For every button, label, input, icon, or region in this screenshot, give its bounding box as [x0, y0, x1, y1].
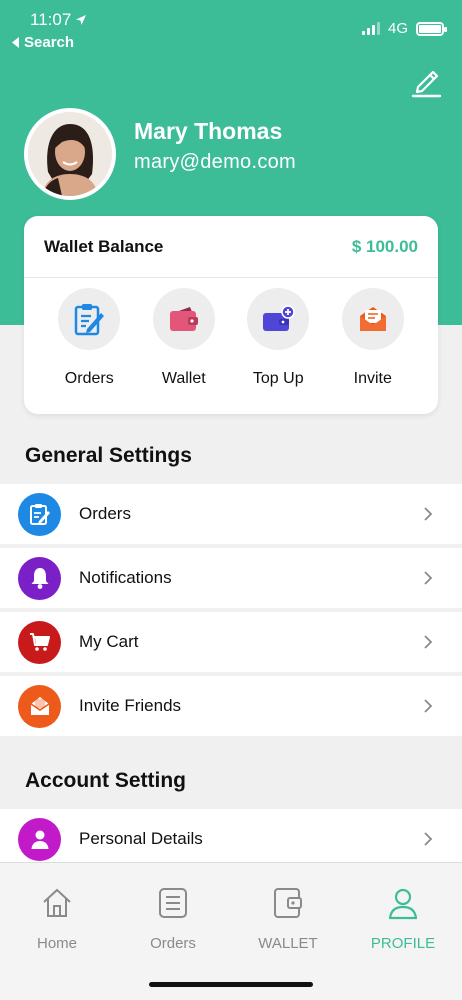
general-settings-title: General Settings: [25, 444, 192, 467]
tab-profile-label: PROFILE: [370, 935, 436, 952]
battery-icon: [416, 21, 447, 36]
cart-row-label: My Cart: [79, 632, 139, 651]
quick-action-wallet[interactable]: Wallet: [139, 288, 229, 388]
wallet-icon: [169, 307, 198, 331]
tab-wallet[interactable]: WALLET: [233, 885, 343, 952]
quick-action-orders[interactable]: Orders: [44, 288, 134, 388]
tab-profile[interactable]: PROFILE: [348, 885, 458, 952]
chevron-right-icon: [408, 686, 448, 726]
personal-details-row-label: Personal Details: [79, 829, 203, 848]
invite-row-icon: [18, 684, 61, 728]
clipboard-icon: [75, 304, 105, 336]
wallet-card: Wallet Balance $ 100.00 Orders Wallet To…: [24, 216, 438, 414]
settings-row-personal-details[interactable]: Personal Details: [0, 809, 462, 869]
quick-action-invite-circle: [341, 288, 404, 350]
quick-action-invite-label: Invite: [353, 370, 392, 387]
status-time-text: 11:07: [30, 10, 72, 29]
back-to-search[interactable]: Search: [12, 34, 74, 51]
home-indicator: [149, 982, 313, 987]
user-photo: [28, 112, 112, 196]
settings-row-invite-friends[interactable]: Invite Friends: [0, 676, 462, 736]
quick-action-topup[interactable]: Top Up: [233, 288, 323, 388]
settings-row-orders[interactable]: Orders: [0, 484, 462, 544]
wallet-balance-label: Wallet Balance: [44, 236, 164, 256]
bell-icon: [31, 568, 48, 589]
cart-row-icon: [18, 620, 61, 664]
quick-action-topup-circle: [247, 288, 310, 350]
cart-icon: [29, 633, 50, 651]
bottom-tab-bar: Home Orders WALLET PROFILE: [0, 862, 462, 1000]
orders-row-label: Orders: [79, 504, 131, 523]
back-triangle-icon: [12, 37, 19, 48]
network-type: 4G: [387, 20, 408, 37]
tab-wallet-label: WALLET: [258, 935, 318, 952]
envelope-icon: [30, 697, 49, 715]
quick-action-wallet-circle: [152, 288, 215, 350]
quick-action-topup-label: Top Up: [252, 370, 304, 387]
user-name: Mary Thomas: [134, 118, 283, 144]
notifications-row-label: Notifications: [79, 568, 172, 587]
signal-icon: [361, 22, 380, 35]
orders-row-icon: [18, 492, 61, 536]
wallet-balance-amount: $ 100.00: [351, 236, 418, 256]
user-email: mary@demo.com: [134, 151, 297, 173]
avatar: [24, 108, 116, 200]
quick-actions: Orders Wallet Top Up Invite: [24, 278, 438, 388]
location-arrow-icon: [76, 15, 87, 25]
back-label: Search: [24, 34, 75, 51]
edit-profile-button[interactable]: [410, 64, 442, 98]
wallet-balance-row[interactable]: Wallet Balance $ 100.00: [24, 216, 438, 278]
status-time: 11:07: [30, 10, 87, 30]
topup-card-icon: [263, 305, 295, 331]
quick-action-orders-circle: [58, 288, 121, 350]
personal-details-row-icon: [18, 817, 61, 861]
quick-action-invite[interactable]: Invite: [328, 288, 418, 388]
envelope-icon: [359, 307, 386, 331]
chevron-right-icon: [408, 494, 448, 534]
chevron-right-icon: [408, 558, 448, 598]
settings-row-my-cart[interactable]: My Cart: [0, 612, 462, 672]
pencil-icon: [411, 70, 442, 98]
tab-orders-label: Orders: [150, 935, 196, 952]
person-icon: [31, 830, 48, 849]
quick-action-wallet-label: Wallet: [161, 370, 206, 387]
list-icon: [159, 888, 187, 918]
notifications-row-icon: [18, 556, 61, 600]
tab-home-label: Home: [36, 935, 77, 952]
clipboard-icon: [29, 504, 50, 525]
person-icon: [388, 888, 418, 920]
quick-action-orders-label: Orders: [64, 370, 114, 387]
chevron-right-icon: [408, 622, 448, 662]
tab-orders[interactable]: Orders: [118, 885, 228, 952]
settings-row-notifications[interactable]: Notifications: [0, 548, 462, 608]
status-bar: 11:07 Search 4G: [0, 0, 462, 60]
tab-home[interactable]: Home: [2, 885, 112, 952]
invite-row-label: Invite Friends: [79, 696, 182, 715]
home-icon: [43, 888, 71, 917]
chevron-right-icon: [408, 819, 448, 859]
account-setting-title: Account Setting: [25, 769, 186, 792]
wallet-icon: [274, 888, 302, 918]
status-indicators: 4G: [361, 20, 447, 37]
